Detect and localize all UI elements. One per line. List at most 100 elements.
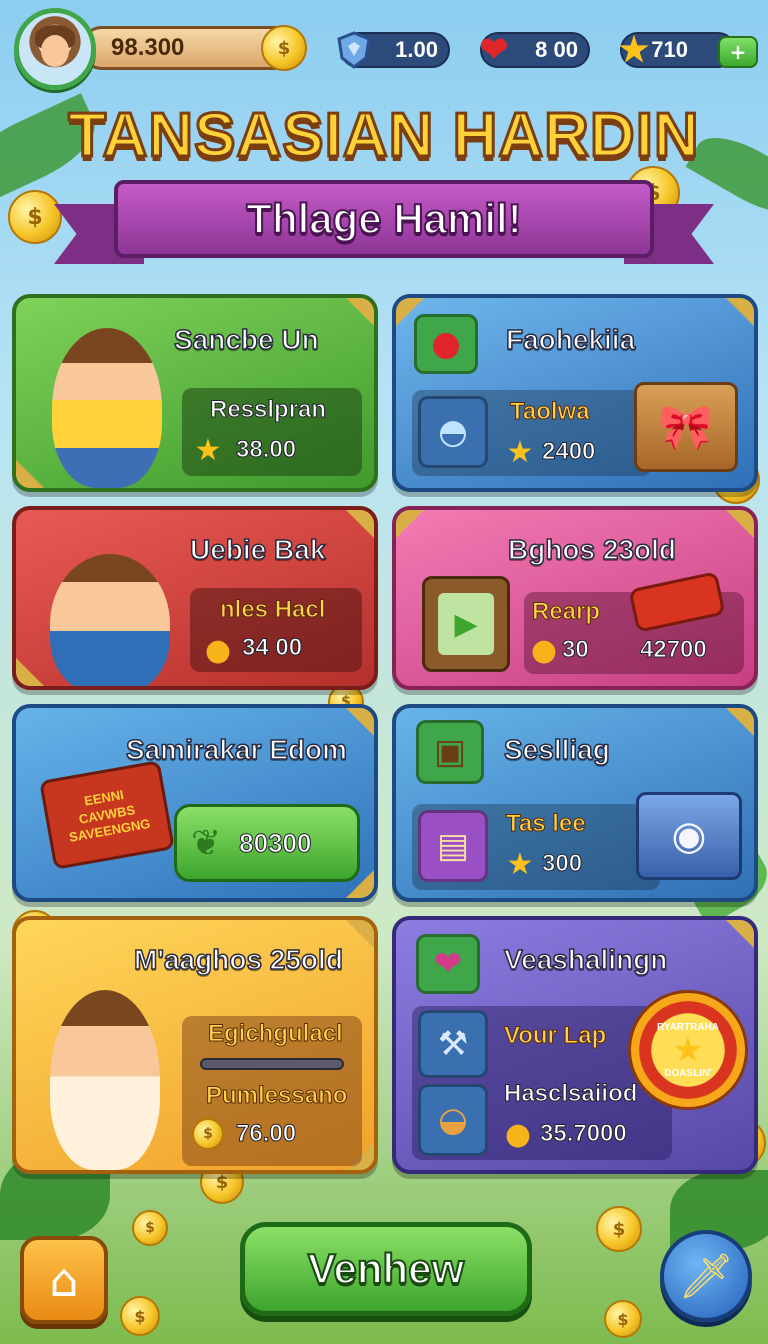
reward-value: 76.00: [235, 1120, 297, 1148]
reward-label: Egichgulacl: [208, 1020, 344, 1048]
main-action-button[interactable]: Venhew: [240, 1222, 532, 1316]
banner-ribbon-body: Thlage Hamil!: [114, 180, 654, 258]
apple-card-icon: ●: [414, 314, 478, 374]
card-corner: [16, 654, 48, 686]
reward-value: 35.7000: [540, 1120, 628, 1148]
card-corner: [342, 510, 374, 542]
progress-bar: [200, 1058, 344, 1070]
sword-icon: 🗡: [678, 1251, 734, 1302]
reward-value: 80300: [239, 827, 312, 858]
quest-card-4[interactable]: Bghos 23old ▶ Rearp ● 30 42700: [392, 506, 758, 690]
card-title: Samirakar Edom: [125, 733, 348, 766]
star-icon: ★: [506, 846, 534, 882]
heart-amount: 8 00: [535, 37, 578, 62]
avatar-face: [41, 35, 69, 67]
floating-coin-icon: $: [604, 1300, 642, 1338]
card-corner: [722, 920, 754, 952]
photo-frame-icon: ▣: [416, 720, 484, 784]
card-title: Bghos 23old: [507, 533, 677, 566]
main-action-label: Venhew: [307, 1244, 465, 1293]
quest-card-8[interactable]: ❤ Veashalingn ⚒ Vour Lap ◒ Hasclsaiiod ●…: [392, 916, 758, 1174]
tablet-play-icon: ▶: [422, 576, 510, 672]
coin-amount: 98.300: [111, 34, 185, 61]
coin-bag-icon: ●: [204, 632, 232, 668]
gem-amount: 1.00: [395, 37, 438, 62]
card-corner: [722, 510, 754, 542]
card-title: Sancbe Un: [173, 323, 319, 356]
top-hud: 98.300 $ 1.00 ❤ 8 00 ★ 710 +: [10, 6, 758, 90]
home-icon: ⌂: [49, 1253, 79, 1307]
card-corner: [342, 708, 374, 740]
gift-box-icon: 🎀: [634, 382, 738, 472]
card-title: M'aaghos 25old: [133, 943, 343, 976]
reward-value: 300: [541, 850, 583, 878]
quest-card-6[interactable]: ▣ Seslliag ▤ Tas lee ★ 300 ◉: [392, 704, 758, 902]
gem-shield-icon: [330, 26, 378, 74]
reward-value-secondary: 42700: [640, 636, 708, 664]
girl-character: [50, 990, 160, 1170]
crystal-chest-icon: ◉: [636, 792, 742, 880]
banner-text: Thlage Hamil!: [245, 194, 522, 243]
banner-ribbon: Thlage Hamil!: [54, 180, 714, 270]
home-button[interactable]: ⌂: [20, 1236, 108, 1324]
card-title: Faohekiia: [505, 323, 636, 356]
coin-icon: $: [192, 1118, 224, 1150]
scroll-icon: ▤: [418, 810, 488, 882]
card-corner: [342, 920, 374, 952]
star-icon: ★: [618, 31, 650, 69]
card-corner: [396, 510, 428, 542]
coin-bag-icon: ●: [504, 1116, 532, 1152]
reward-value: 38.00: [235, 436, 297, 464]
floating-coin-icon: $: [120, 1296, 160, 1336]
add-currency-button[interactable]: +: [718, 36, 758, 68]
player-avatar[interactable]: [14, 8, 96, 90]
coin-counter[interactable]: 98.300 $: [80, 25, 307, 71]
quest-card-5[interactable]: Samirakar Edom EENNI CAVWBS SAVEENGNG ❦ …: [12, 704, 378, 902]
fruit-basket-icon: ◒: [418, 1084, 488, 1156]
reward-value: 34 00: [241, 634, 303, 662]
badge-line-1: RYARTRAHA: [656, 1021, 720, 1033]
card-title: Uebie Bak: [189, 533, 326, 566]
reward-badge: RYARTRAHA ★ DOASLIN': [628, 990, 748, 1110]
quest-card-2[interactable]: ● Faohekiia ◓ Taolwa ★ 2400 🎀: [392, 294, 758, 492]
heart-card-icon: ❤: [416, 934, 480, 994]
hammer-icon: ⚒: [418, 1010, 488, 1078]
reward-label-secondary: Pumlessano: [205, 1082, 348, 1110]
star-icon: ★: [194, 432, 222, 468]
quest-card-3[interactable]: Uebie Bak nles Hacl ● 34 00: [12, 506, 378, 690]
boy-character: [52, 328, 162, 488]
floating-coin-icon: $: [596, 1206, 642, 1252]
reward-label: Resslpran: [209, 396, 327, 424]
card-corner: [16, 456, 48, 488]
quest-card-1[interactable]: Sancbe Un Resslpran ★ 38.00: [12, 294, 378, 492]
star-icon: ★: [506, 434, 534, 470]
reward-label: Rearp: [531, 598, 601, 626]
heart-icon: ❤: [479, 31, 509, 69]
helmet-icon: ◓: [418, 396, 488, 468]
card-corner: [342, 298, 374, 330]
play-icon: ▶: [438, 593, 494, 655]
game-title: TANSASIAN HARDIN: [67, 100, 700, 172]
card-corner: [722, 298, 754, 330]
gem-counter[interactable]: 1.00: [337, 31, 450, 69]
badge-line-2: DOASLIN': [664, 1067, 712, 1079]
reward-label: Taolwa: [510, 398, 591, 426]
reward-label-secondary: Hasclsaiiod: [503, 1080, 638, 1108]
reward-label: nles Hacl: [219, 596, 326, 624]
savings-sign: EENNI CAVWBS SAVEENGNG: [39, 760, 175, 870]
leaf-icon: ❦: [191, 822, 222, 864]
claim-button[interactable]: ❦ 80300: [174, 804, 360, 882]
plus-icon: +: [729, 40, 747, 64]
reward-label: Tas lee: [506, 810, 587, 838]
sword-button[interactable]: 🗡: [660, 1230, 752, 1322]
heart-counter[interactable]: ❤ 8 00: [480, 31, 590, 69]
floating-coin-icon: $: [132, 1210, 168, 1246]
reward-value: 2400: [541, 438, 596, 466]
girl-character: [50, 554, 170, 686]
coin-icon: $: [261, 25, 307, 71]
card-title: Veashalingn: [503, 943, 668, 976]
quest-card-7[interactable]: M'aaghos 25old Egichgulacl Pumlessano $ …: [12, 916, 378, 1174]
card-title: Seslliag: [503, 733, 610, 766]
card-corner: [722, 708, 754, 740]
badge-star-icon: ★: [674, 1033, 702, 1067]
